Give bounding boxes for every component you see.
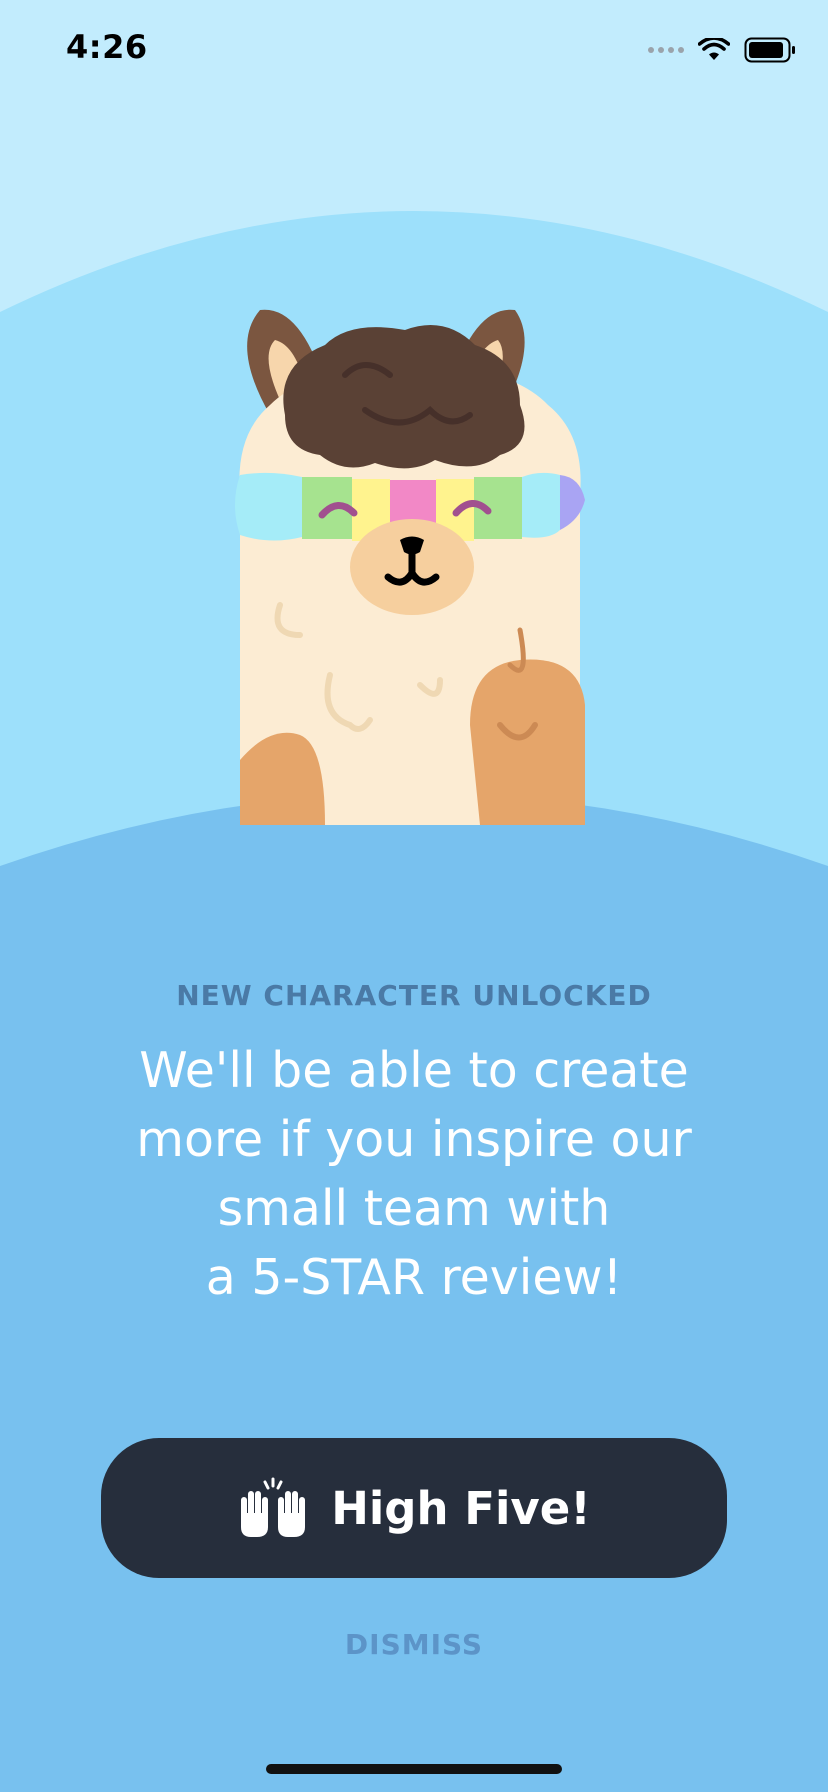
right-leg-patch bbox=[470, 659, 585, 825]
raised-hands-icon bbox=[241, 1477, 306, 1537]
headline-line: a 5-STAR review! bbox=[205, 1249, 623, 1306]
high-five-button-label: High Five! bbox=[331, 1481, 591, 1535]
battery-icon bbox=[744, 37, 795, 63]
headline-line: small team with bbox=[217, 1180, 611, 1237]
dismiss-button[interactable]: DISMISS bbox=[0, 1628, 828, 1661]
status-time: 4:26 bbox=[66, 28, 148, 66]
headline-line: We'll be able to create bbox=[139, 1042, 689, 1099]
home-indicator[interactable] bbox=[266, 1764, 562, 1774]
headline-line: more if you inspire our bbox=[136, 1111, 692, 1168]
new-character-eyebrow: NEW CHARACTER UNLOCKED bbox=[176, 979, 652, 1012]
high-five-button[interactable]: High Five! bbox=[101, 1438, 727, 1578]
status-bar: 4:26 bbox=[0, 0, 828, 100]
cellular-signal-icon bbox=[648, 47, 684, 53]
llama-character-illustration bbox=[235, 309, 585, 825]
wifi-icon bbox=[698, 38, 730, 60]
review-prompt-headline: We'll be able to create more if you insp… bbox=[64, 1036, 764, 1312]
status-icons bbox=[648, 34, 796, 66]
